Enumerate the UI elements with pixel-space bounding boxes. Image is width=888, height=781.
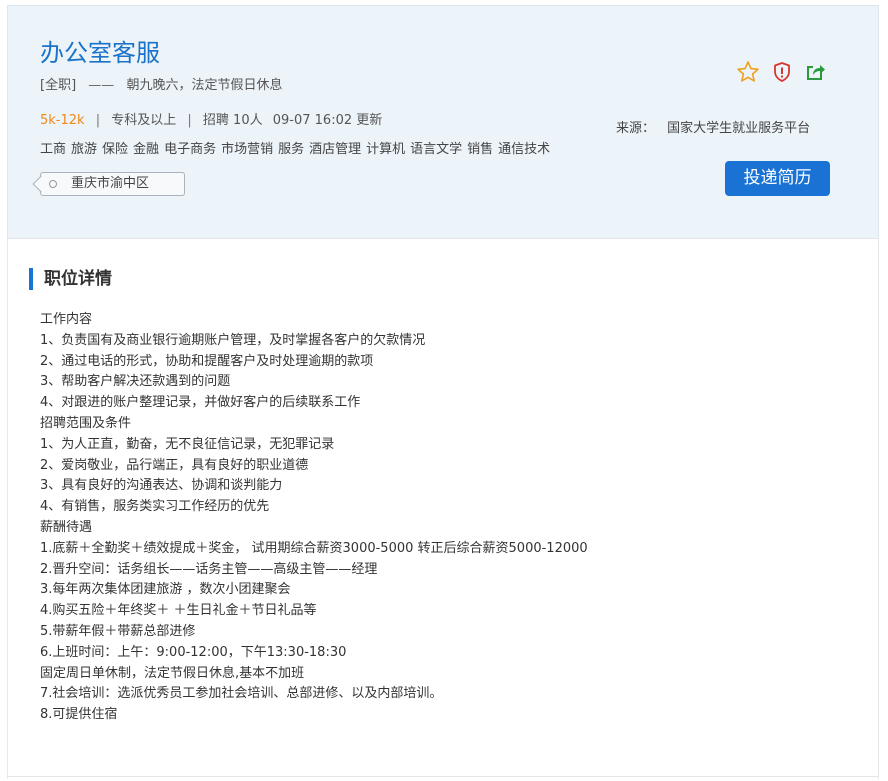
section-title: 职位详情 xyxy=(29,268,112,290)
location-tag: 重庆市渝中区 xyxy=(32,172,185,196)
job-tag: 计算机 xyxy=(366,142,406,157)
location-tag-notch xyxy=(32,175,50,193)
job-meta: 5k-12k | 专科及以上 | 招聘 10人 09-07 16:02 更新 xyxy=(40,109,382,128)
star-icon[interactable] xyxy=(736,60,760,84)
description-line: 2、爱岗敬业，品行端正，具有良好的职业道德 xyxy=(40,457,309,473)
job-tag: 销售 xyxy=(467,142,494,157)
description-line: 1、负责国有及商业银行逾期账户管理，及时掌握各客户的欠款情况 xyxy=(40,332,426,348)
description-line: 2、通过电话的形式，协助和提醒客户及时处理逾期的款项 xyxy=(40,353,374,369)
description-line: 8.可提供住宿 xyxy=(40,707,118,723)
description-line: 5.带薪年假＋带薪总部进修 xyxy=(40,623,196,639)
job-header: 办公室客服 [全职] —— 朝九晚六，法定节假日休息 5k-12k | 专科及以… xyxy=(7,5,879,239)
apply-resume-button[interactable]: 投递简历 xyxy=(725,161,830,196)
job-dash: —— xyxy=(88,78,115,93)
job-tag: 保险 xyxy=(102,142,129,157)
job-detail-page: 办公室客服 [全职] —— 朝九晚六，法定节假日休息 5k-12k | 专科及以… xyxy=(0,0,888,781)
job-tag: 旅游 xyxy=(71,142,98,157)
description-line: 固定周日单休制，法定节假日休息,基本不加班 xyxy=(40,665,305,681)
description-line: 4.购买五险＋年终奖＋ ＋生日礼金＋节日礼品等 xyxy=(40,603,317,619)
report-icon[interactable] xyxy=(770,60,794,84)
description-line: 2.晋升空间：话务组长——话务主管——高级主管——经理 xyxy=(40,561,378,577)
job-subline: [全职] —— 朝九晚六，法定节假日休息 xyxy=(40,74,282,93)
location-pin-icon xyxy=(49,180,57,188)
location-text: 重庆市渝中区 xyxy=(71,176,150,191)
description-line: 招聘范围及条件 xyxy=(40,415,132,431)
job-description: 工作内容 1、负责国有及商业银行逾期账户管理，及时掌握各客户的欠款情况 2、通过… xyxy=(40,310,588,726)
description-line: 薪酬待遇 xyxy=(40,519,93,535)
job-tags: 工商 旅游 保险 金融 电子商务 市场营销 服务 酒店管理 计算机 语言文学 销… xyxy=(40,138,550,157)
meta-divider: | xyxy=(187,113,192,128)
description-line: 1.底薪＋全勤奖＋绩效提成＋奖金， 试用期综合薪资3000-5000 转正后综合… xyxy=(40,540,588,556)
job-recruit: 招聘 10人 xyxy=(202,113,263,128)
meta-divider: | xyxy=(95,113,101,128)
job-type: [全职] xyxy=(40,78,77,93)
description-line: 工作内容 xyxy=(40,312,93,327)
share-icon[interactable] xyxy=(804,60,828,84)
job-education: 专科及以上 xyxy=(111,113,177,128)
description-line: 3、帮助客户解决还款遇到的问题 xyxy=(40,374,231,390)
job-title: 办公室客服 xyxy=(40,39,160,67)
description-line: 3.每年两次集体团建旅游 ，数次小团建聚会 xyxy=(40,582,291,598)
job-tag: 语言文学 xyxy=(410,142,463,157)
job-schedule: 朝九晚六，法定节假日休息 xyxy=(126,78,283,93)
content-border-left xyxy=(7,239,8,779)
description-line: 4、对跟进的账户整理记录，并做好客户的后续联系工作 xyxy=(40,395,361,411)
description-line: 3、具有良好的沟通表达、协调和谈判能力 xyxy=(40,478,283,494)
job-tag: 服务 xyxy=(278,142,305,157)
description-line: 7.社会培训：选派优秀员工参加社会培训、总部进修、以及内部培训。 xyxy=(40,686,443,702)
job-tag: 酒店管理 xyxy=(309,142,362,157)
description-line: 1、为人正直，勤奋，无不良征信记录，无犯罪记录 xyxy=(40,436,335,452)
job-updated: 09-07 16:02 更新 xyxy=(272,113,383,128)
description-line: 6.上班时间：上午：9:00-12:00，下午13:30-18:30 xyxy=(40,644,347,660)
job-tag: 工商 xyxy=(40,142,67,157)
footer-divider xyxy=(7,776,879,777)
job-salary: 5k-12k xyxy=(40,113,85,128)
job-tag: 电子商务 xyxy=(164,142,217,157)
content-border-right xyxy=(878,239,879,779)
job-tag: 金融 xyxy=(133,142,160,157)
source-name: 国家大学生就业服务平台 xyxy=(667,121,811,136)
description-line: 4、有销售，服务类实习工作经历的优先 xyxy=(40,499,270,515)
action-icons xyxy=(736,60,828,84)
job-tag: 市场营销 xyxy=(221,142,274,157)
source-label: 来源： xyxy=(616,121,656,136)
source-info: 来源： 国家大学生就业服务平台 xyxy=(616,117,810,136)
job-tag: 通信技术 xyxy=(498,142,551,157)
